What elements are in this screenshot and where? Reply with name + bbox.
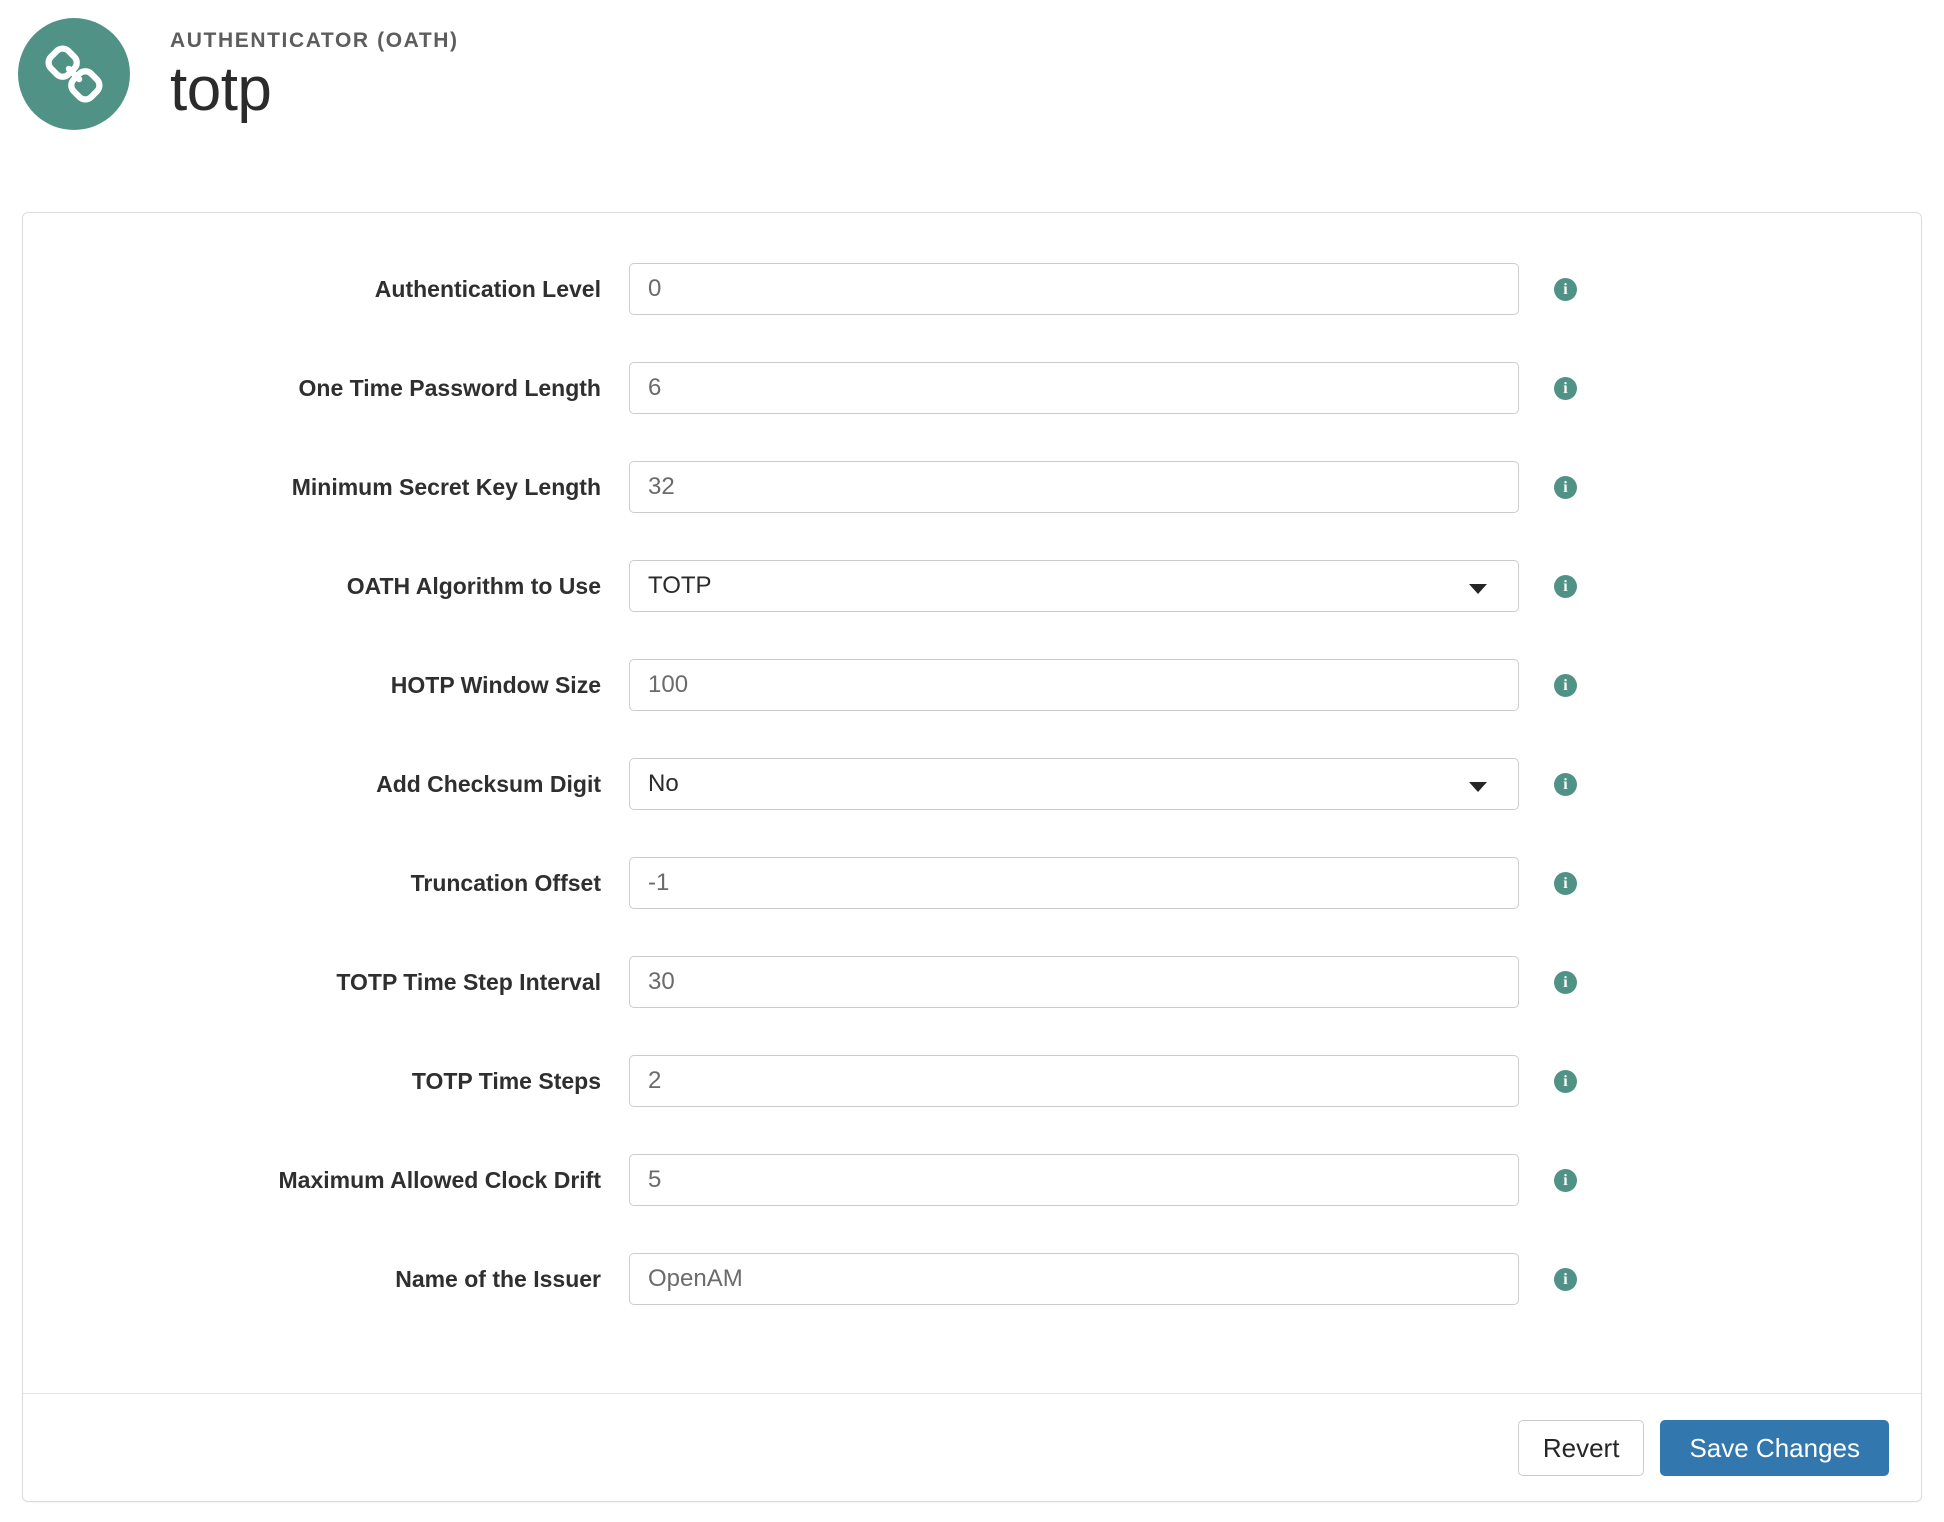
input-totp-time-step-interval[interactable]: 30 xyxy=(629,956,1519,1008)
form-row-maximum-allowed-clock-drift: Maximum Allowed Clock Drift 5 i xyxy=(23,1154,1921,1253)
info-icon-name-of-the-issuer[interactable]: i xyxy=(1554,1268,1577,1291)
input-name-of-the-issuer[interactable]: OpenAM xyxy=(629,1253,1519,1305)
control-authentication-level: 0i xyxy=(629,263,1577,315)
form-row-one-time-password-length: One Time Password Length 6 i xyxy=(23,362,1921,461)
info-icon-oath-algorithm-to-use[interactable]: i xyxy=(1554,575,1577,598)
settings-form: Authentication Level 0 i One Time Password … xyxy=(23,213,1921,1393)
select-oath-algorithm-to-use[interactable]: TOTP xyxy=(629,560,1519,612)
label-one-time-password-length: One Time Password Length xyxy=(298,375,601,401)
control-minimum-secret-key-length: 32 i xyxy=(629,461,1577,513)
label-totp-time-step-interval: TOTP Time Step Interval xyxy=(336,969,601,995)
page-title: totp xyxy=(170,55,272,124)
info-icon-totp-time-step-interval[interactable]: i xyxy=(1554,971,1577,994)
control-totp-time-steps: 2i xyxy=(629,1055,1577,1107)
info-icon-maximum-allowed-clock-drift[interactable]: i xyxy=(1554,1169,1577,1192)
settings-panel: Authentication Level 0 i One Time Password … xyxy=(22,212,1922,1502)
form-row-truncation-offset: Truncation Offset -1 i xyxy=(23,857,1921,956)
control-name-of-the-issuer: OpenAM i xyxy=(629,1253,1577,1305)
label-hotp-window-size: HOTP Window Size xyxy=(390,672,601,698)
input-one-time-password-length[interactable]: 6 xyxy=(629,362,1519,414)
label-authentication-level: Authentication Level xyxy=(374,276,601,302)
form-row-authentication-level: Authentication Level 0 i xyxy=(23,263,1921,362)
info-icon-hotp-window-size[interactable]: i xyxy=(1554,674,1577,697)
input-totp-time-steps[interactable]: 2 xyxy=(629,1055,1519,1107)
page-header: AUTHENTICATOR (OATH) totp xyxy=(0,0,1944,175)
info-icon-one-time-password-length[interactable]: i xyxy=(1554,377,1577,400)
form-row-oath-algorithm-to-use: OATH Algorithm to Use TOTP i xyxy=(23,560,1921,659)
select-add-checksum-digit[interactable]: No xyxy=(629,758,1519,810)
revert-button[interactable]: Revert xyxy=(1517,1419,1645,1476)
info-icon-minimum-secret-key-length[interactable]: i xyxy=(1554,476,1577,499)
label-name-of-the-issuer: Name of the Issuer xyxy=(395,1266,601,1292)
label-oath-algorithm-to-use: OATH Algorithm to Use xyxy=(346,573,601,599)
input-minimum-secret-key-length[interactable]: 32 xyxy=(629,461,1519,513)
form-row-hotp-window-size: HOTP Window Size 100 i xyxy=(23,659,1921,758)
info-icon-add-checksum-digit[interactable]: i xyxy=(1554,773,1577,796)
info-icon-authentication-level[interactable]: i xyxy=(1554,278,1577,301)
form-row-minimum-secret-key-length: Minimum Secret Key Length 32 i xyxy=(23,461,1921,560)
control-truncation-offset: -1 i xyxy=(629,857,1577,909)
header-text: AUTHENTICATOR (OATH) totp xyxy=(170,18,459,124)
info-icon-truncation-offset[interactable]: i xyxy=(1554,872,1577,895)
label-maximum-allowed-clock-drift: Maximum Allowed Clock Drift xyxy=(278,1167,601,1193)
chain-link-icon xyxy=(41,41,107,107)
input-maximum-allowed-clock-drift[interactable]: 5 xyxy=(629,1154,1519,1206)
control-one-time-password-length: 6i xyxy=(629,362,1577,414)
control-hotp-window-size: 100 i xyxy=(629,659,1577,711)
form-row-name-of-the-issuer: Name of the Issuer OpenAM i xyxy=(23,1253,1921,1352)
control-totp-time-step-interval: 30 i xyxy=(629,956,1577,1008)
header-eyebrow: AUTHENTICATOR (OATH) xyxy=(170,29,459,52)
form-row-totp-time-steps: TOTP Time Steps 2 i xyxy=(23,1055,1921,1154)
label-minimum-secret-key-length: Minimum Secret Key Length xyxy=(291,474,601,500)
control-add-checksum-digit: No i xyxy=(629,758,1577,810)
control-oath-algorithm-to-use: TOTP i xyxy=(629,560,1577,612)
avatar xyxy=(18,18,130,130)
info-icon-totp-time-steps[interactable]: i xyxy=(1554,1070,1577,1093)
label-add-checksum-digit: Add Checksum Digit xyxy=(376,771,601,797)
form-row-add-checksum-digit: Add Checksum Digit No i xyxy=(23,758,1921,857)
input-hotp-window-size[interactable]: 100 xyxy=(629,659,1519,711)
form-row-totp-time-step-interval: TOTP Time Step Interval 30 i xyxy=(23,956,1921,1055)
input-authentication-level[interactable]: 0 xyxy=(629,263,1519,315)
panel-footer: Revert Save Changes xyxy=(23,1393,1921,1501)
label-truncation-offset: Truncation Offset xyxy=(410,870,601,896)
control-maximum-allowed-clock-drift: 5i xyxy=(629,1154,1577,1206)
save-changes-button[interactable]: Save Changes xyxy=(1660,1419,1889,1476)
label-totp-time-steps: TOTP Time Steps xyxy=(411,1068,601,1094)
input-truncation-offset[interactable]: -1 xyxy=(629,857,1519,909)
